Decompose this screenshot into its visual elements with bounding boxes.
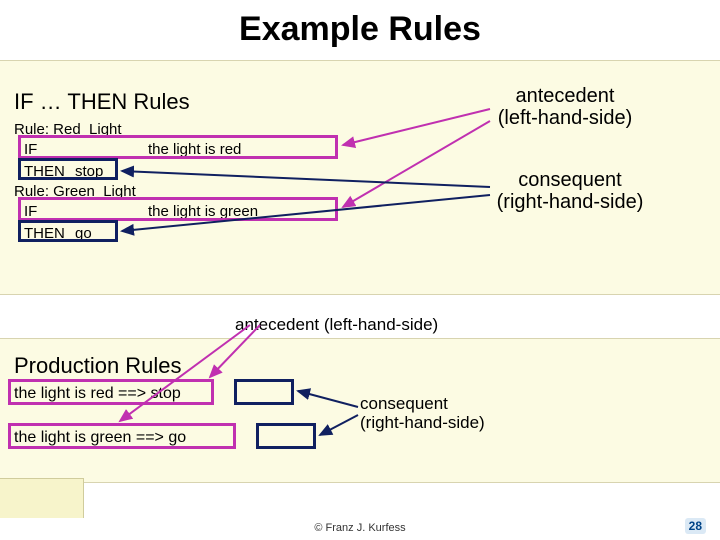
annotation-antecedent-l1: antecedent — [516, 85, 615, 107]
highlight-box-prod-lhs-1 — [8, 379, 214, 405]
annotation-consequent: consequent (right-hand-side) — [475, 169, 665, 213]
heading-if-then: IF … THEN Rules — [14, 89, 190, 115]
heading-production: Production Rules — [14, 353, 182, 379]
highlight-box-consequent-1 — [18, 158, 118, 180]
panel-production: antecedent (left-hand-side) Production R… — [0, 338, 720, 483]
slide-title: Example Rules — [0, 0, 720, 57]
highlight-box-prod-rhs-2 — [256, 423, 316, 449]
annotation-consequent-l1: consequent — [518, 169, 621, 191]
slide-number: 28 — [685, 518, 706, 534]
highlight-box-antecedent-1 — [18, 135, 338, 159]
highlight-box-antecedent-2 — [18, 197, 338, 221]
annotation-antecedent-2: antecedent (left-hand-side) — [235, 315, 438, 335]
corner-decoration — [0, 478, 84, 518]
copyright: © Franz J. Kurfess — [0, 522, 720, 534]
annotation-antecedent: antecedent (left-hand-side) — [475, 85, 655, 129]
highlight-box-prod-lhs-2 — [8, 423, 236, 449]
highlight-box-prod-rhs-1 — [234, 379, 294, 405]
annotation-consequent-2: consequent (right-hand-side) — [360, 395, 485, 432]
annotation-consequent-l2: (right-hand-side) — [497, 191, 644, 213]
footer: © Franz J. Kurfess 28 — [0, 522, 720, 534]
annotation-antecedent-l2: (left-hand-side) — [498, 107, 633, 129]
annotation-consequent-2-l1: consequent — [360, 394, 448, 413]
annotation-consequent-2-l2: (right-hand-side) — [360, 413, 485, 432]
highlight-box-consequent-2 — [18, 220, 118, 242]
panel-if-then: IF … THEN Rules Rule: Red_Light IF the l… — [0, 60, 720, 295]
